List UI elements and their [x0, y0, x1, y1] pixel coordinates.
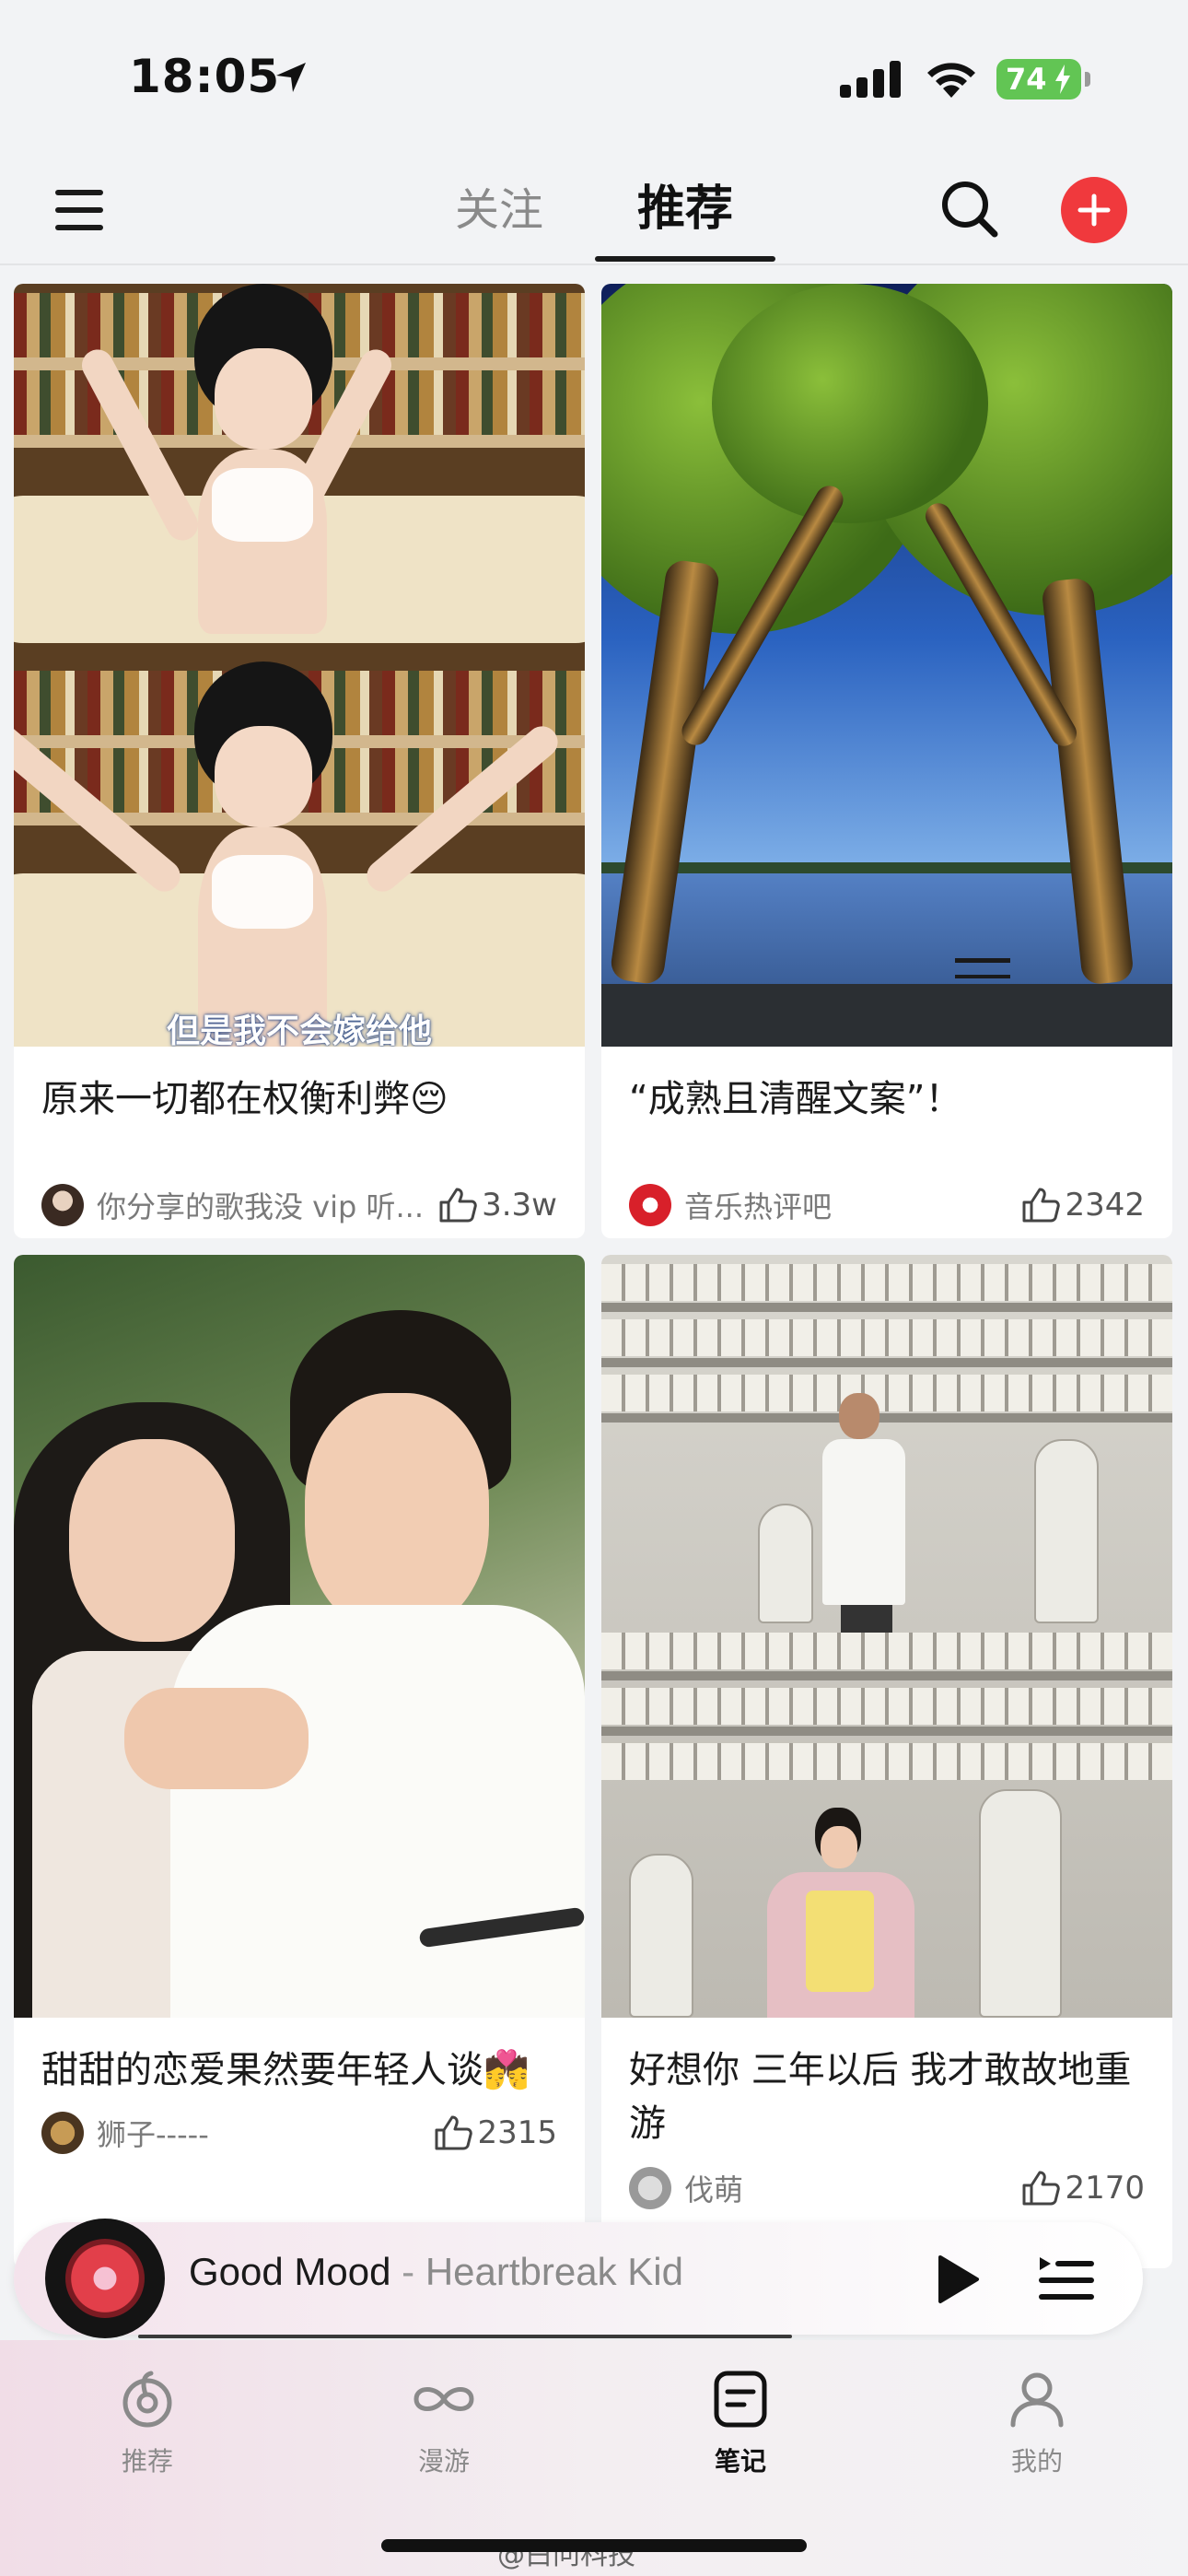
album-disc[interactable]: [45, 2219, 165, 2338]
person-icon: [1010, 2372, 1064, 2428]
netease-music-icon: [122, 2371, 172, 2428]
card-meta: 你分享的歌我没 vip 听... 3.3w: [41, 1181, 557, 1229]
home-indicator[interactable]: [381, 2539, 807, 2552]
thumbs-up-icon[interactable]: [437, 1187, 478, 1224]
like-count: 2342: [1065, 1187, 1145, 1224]
song-title: Good Mood: [189, 2250, 391, 2293]
avatar[interactable]: [41, 2112, 84, 2154]
tab-label: 我的: [1010, 2446, 1063, 2476]
card-meta: 音乐热评吧 2342: [629, 1181, 1145, 1229]
title-separator: -: [390, 2250, 425, 2293]
tab-roam[interactable]: 漫游: [370, 2370, 518, 2478]
card-title: “成熟且清醒文案”！: [629, 1078, 962, 1120]
tab-label: 漫游: [417, 2446, 470, 2476]
thumbs-up-icon[interactable]: [433, 2114, 473, 2151]
tab-recommend-home[interactable]: 推荐: [74, 2370, 221, 2478]
thumbs-up-icon[interactable]: [1020, 2170, 1061, 2207]
menu-button[interactable]: [52, 182, 107, 238]
now-playing-text[interactable]: Good Mood - Heartbreak Kid: [189, 2250, 683, 2294]
feed-card[interactable]: “成熟且清醒文案”！ 音乐热评吧 2342: [601, 284, 1172, 1238]
note-icon: [714, 2371, 767, 2428]
card-cover-image[interactable]: 但是我不会嫁给他: [14, 284, 585, 1047]
playback-progress: [138, 2335, 792, 2338]
card-title: 好想你 三年以后 我才敢故地重游: [629, 2049, 1132, 2145]
feed-card[interactable]: 好想你 三年以后 我才敢故地重游 伐萌 2170: [601, 1255, 1172, 2268]
top-nav: 关注 推荐: [0, 157, 1188, 265]
feed-card[interactable]: 甜甜的恋爱果然要年轻人谈💏 狮子----- 2315: [14, 1255, 585, 2268]
avatar[interactable]: [41, 1184, 84, 1226]
infinity-icon: [413, 2387, 474, 2411]
card-title: 原来一切都在权衡利弊😔: [41, 1078, 448, 1120]
tab-notes[interactable]: 笔记: [667, 2370, 814, 2478]
author-name[interactable]: 你分享的歌我没 vip 听...: [97, 1184, 428, 1226]
artist-name: Heartbreak Kid: [425, 2250, 683, 2293]
add-button[interactable]: [1061, 177, 1127, 243]
card-meta: 狮子----- 2315: [41, 2109, 557, 2157]
location-arrow-icon: [276, 63, 306, 92]
tab-label: 推荐: [121, 2446, 173, 2476]
like-count: 3.3w: [482, 1187, 557, 1224]
status-time: 18:05: [129, 50, 281, 103]
tab-mine[interactable]: 我的: [963, 2370, 1111, 2478]
mini-player[interactable]: Good Mood - Heartbreak Kid: [14, 2219, 1143, 2338]
tab-recommend[interactable]: 推荐: [637, 170, 733, 239]
watermark: @白问科技: [497, 2539, 635, 2571]
plus-icon: [1077, 193, 1111, 227]
card-cover-image[interactable]: [601, 284, 1172, 1047]
card-meta: 伐萌 2170: [629, 2164, 1145, 2212]
like-count: 2315: [477, 2114, 557, 2151]
battery-level: 74: [1006, 62, 1047, 97]
search-icon[interactable]: [939, 179, 1000, 240]
avatar[interactable]: [629, 1184, 671, 1226]
wifi-icon: [927, 63, 975, 98]
playlist-icon[interactable]: [1036, 2252, 1095, 2307]
charging-bolt-icon: [1055, 64, 1070, 94]
thumbs-up-icon[interactable]: [1020, 1187, 1061, 1224]
card-cover-image[interactable]: [601, 1255, 1172, 2018]
card-cover-image[interactable]: [14, 1255, 585, 2018]
feed-card[interactable]: 但是我不会嫁给他 原来一切都在权衡利弊😔 你分享的歌我没 vip 听... 3.…: [14, 284, 585, 1238]
battery-cap: [1085, 72, 1090, 87]
avatar[interactable]: [629, 2167, 671, 2209]
author-name[interactable]: 音乐热评吧: [684, 1184, 1011, 1226]
active-tab-indicator: [595, 256, 775, 262]
cellular-signal-icon: [840, 61, 901, 98]
play-icon[interactable]: [931, 2252, 983, 2307]
tab-follow[interactable]: 关注: [455, 173, 543, 238]
author-name[interactable]: 狮子-----: [97, 2112, 424, 2154]
status-bar: 18:05 74: [0, 0, 1188, 157]
album-cover: [65, 2239, 145, 2318]
card-title: 甜甜的恋爱果然要年轻人谈💏: [41, 2049, 530, 2091]
tab-label: 笔记: [714, 2446, 766, 2476]
like-count: 2170: [1065, 2170, 1145, 2207]
author-name[interactable]: 伐萌: [684, 2167, 1011, 2209]
battery-indicator: 74: [996, 59, 1081, 100]
cover-caption: 但是我不会嫁给他: [166, 1013, 432, 1047]
